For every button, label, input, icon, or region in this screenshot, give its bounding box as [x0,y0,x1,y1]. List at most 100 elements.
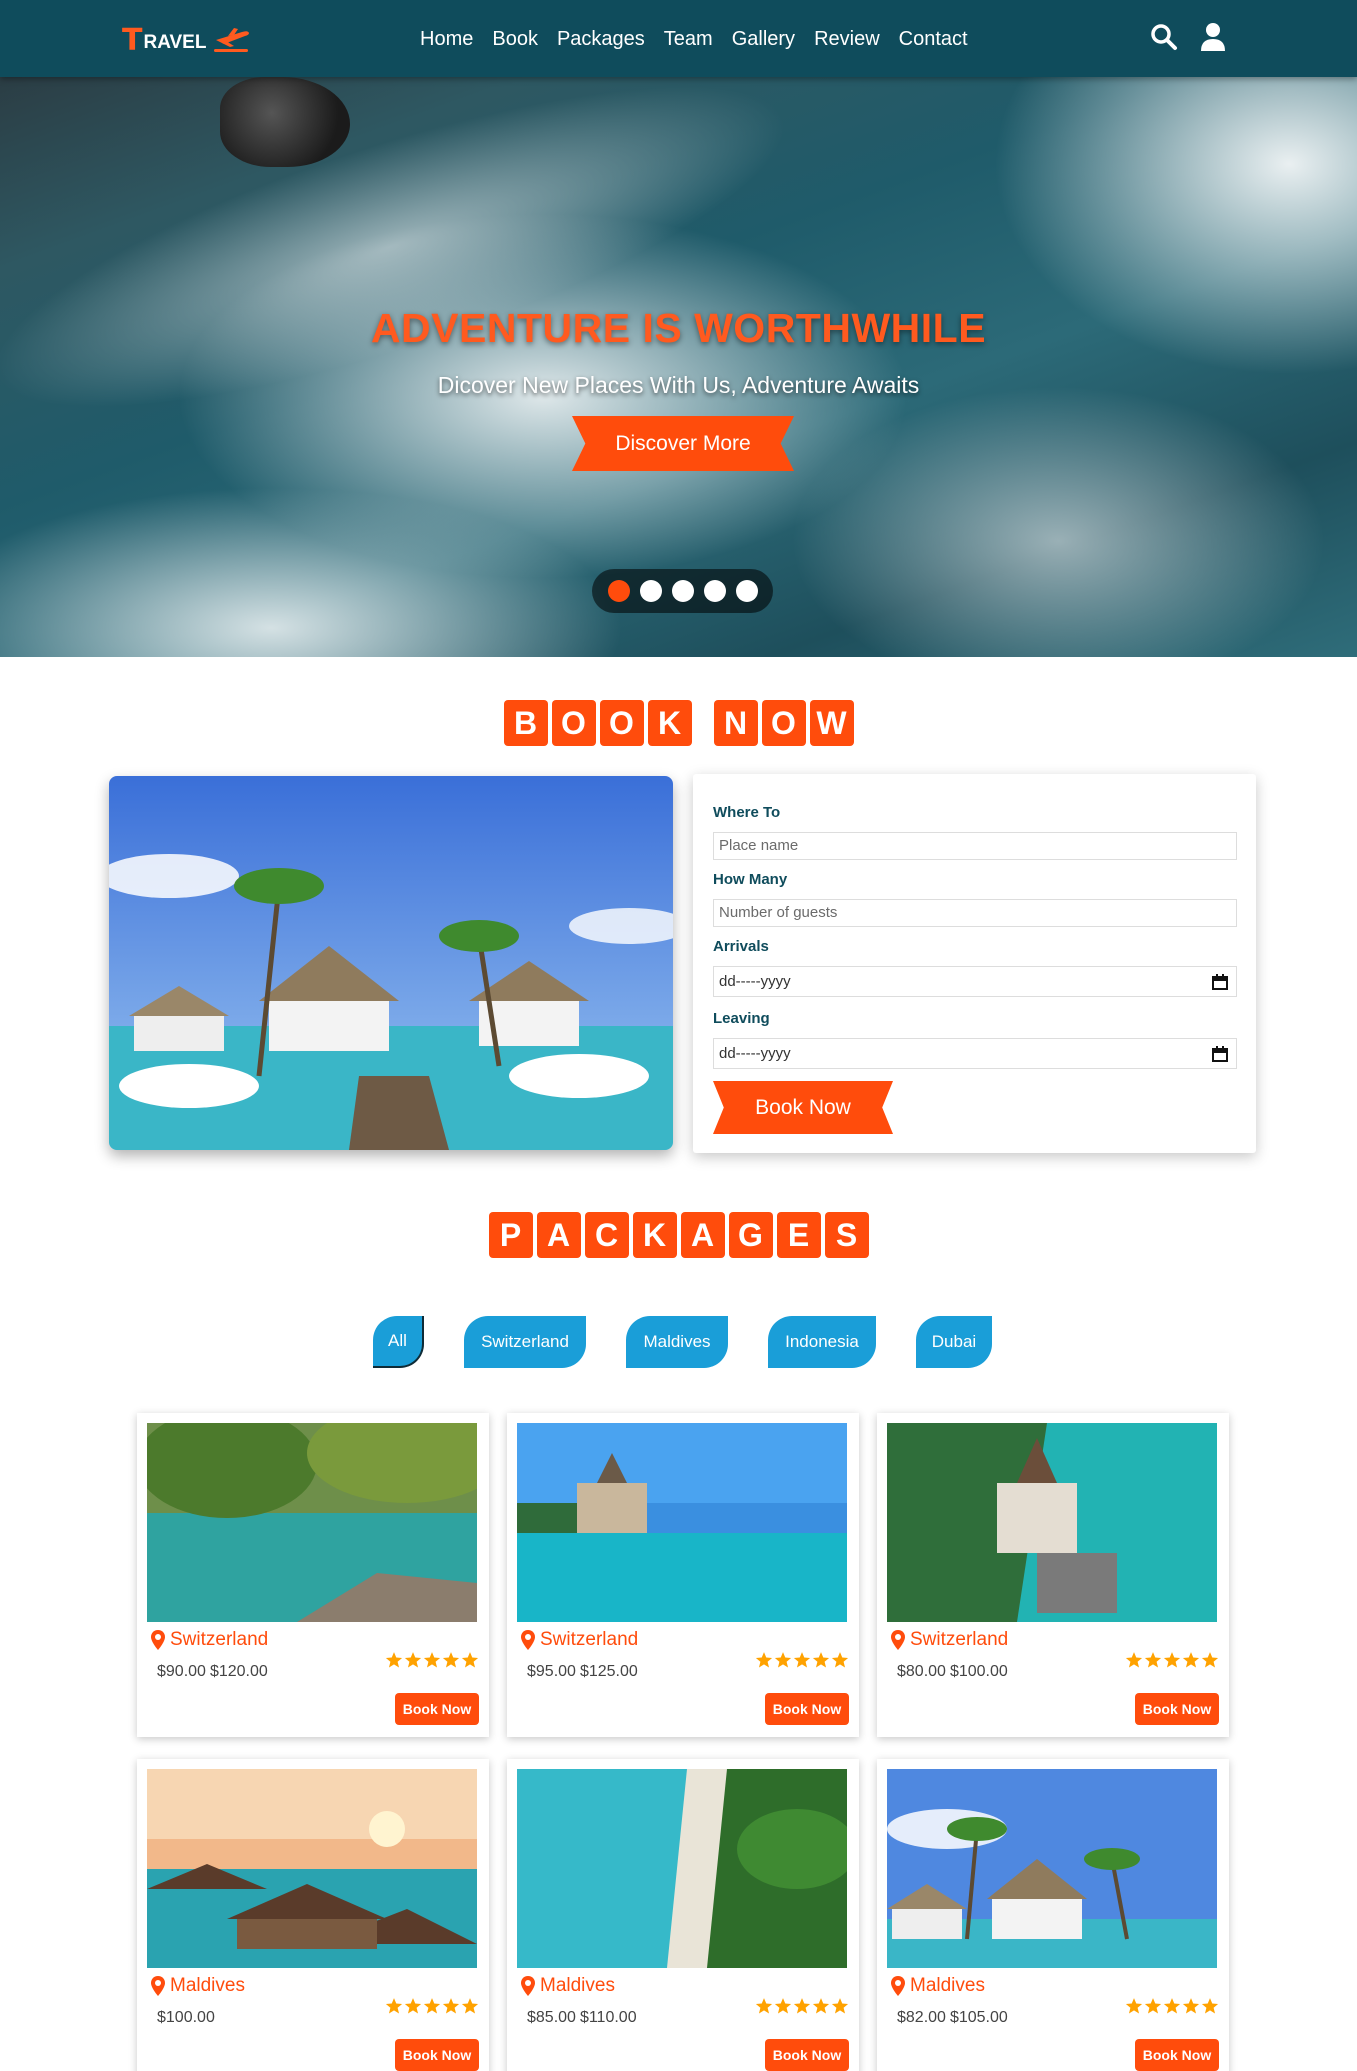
book-now-submit-button[interactable]: Book Now [713,1081,893,1134]
filter-all[interactable]: All [373,1316,424,1368]
package-book-now-button[interactable]: Book Now [765,1693,849,1725]
slider-dot[interactable] [735,580,758,602]
heading-letter-tile: O [551,700,596,746]
star-icon [1163,1997,1181,2020]
nav-packages[interactable]: Packages [557,24,645,54]
heading-letter-tile: W [809,700,854,746]
rating-stars [1125,1997,1219,2020]
slider-dot[interactable] [607,580,630,602]
package-image [147,1769,477,1968]
heading-letter-tile: G [728,1212,773,1258]
rating-stars [1125,1651,1219,1674]
user-icon[interactable] [1200,22,1226,52]
star-icon [1144,1651,1162,1674]
package-book-now-button[interactable]: Book Now [395,2039,479,2071]
price-current: $90.00 [157,1663,206,1680]
place-name-input[interactable]: Place name [713,832,1237,860]
star-icon [423,1651,441,1674]
arrivals-date-value: dd-----yyyy [719,973,791,990]
package-location: Switzerland [521,1629,638,1651]
rating-stars [755,1651,849,1674]
package-card: Maldives $85.00 $110.00 Book Now [507,1759,859,2071]
filter-switzerland[interactable]: Switzerland [464,1316,586,1368]
star-icon [442,1997,460,2020]
star-icon [461,1997,479,2020]
package-place-name: Maldives [540,1975,615,1996]
star-icon [831,1997,849,2020]
star-icon [1163,1651,1181,1674]
heading-letter-tile: K [632,1212,677,1258]
star-icon [755,1651,773,1674]
nav-contact[interactable]: Contact [899,24,968,54]
discover-more-button[interactable]: Discover More [572,416,794,471]
packages-heading: PACKAGES [0,1212,1357,1258]
nav-book[interactable]: Book [492,24,538,54]
logo-initial: T [122,23,143,58]
slider-dot[interactable] [671,580,694,602]
package-location: Maldives [521,1975,615,1997]
star-icon [1201,1997,1219,2020]
package-book-now-button[interactable]: Book Now [1135,1693,1219,1725]
package-book-now-button[interactable]: Book Now [395,1693,479,1725]
price-current: $95.00 [527,1663,576,1680]
star-icon [774,1651,792,1674]
arrivals-date-input[interactable]: dd-----yyyy [713,966,1237,997]
nav-gallery[interactable]: Gallery [732,24,795,54]
filter-indonesia[interactable]: Indonesia [768,1316,876,1368]
package-place-name: Switzerland [170,1629,269,1650]
star-icon [442,1651,460,1674]
resort-photo [109,776,673,1150]
calendar-icon[interactable] [1212,974,1228,990]
search-icon[interactable] [1150,22,1178,52]
price-original: $110.00 [579,2009,637,2026]
slider-dot[interactable] [703,580,726,602]
package-card: Maldives $100.00 Book Now [137,1759,489,2071]
star-icon [1201,1651,1219,1674]
nav-review[interactable]: Review [814,24,880,54]
star-icon [793,1651,811,1674]
navbar: T RAVEL Home Book Packages Team Gallery … [0,0,1357,77]
leaving-date-input[interactable]: dd-----yyyy [713,1038,1237,1069]
hero-slider: ADVENTURE IS WORTHWHILE Dicover New Plac… [0,77,1357,657]
leaving-label: Leaving [713,1010,770,1027]
price-current: $80.00 [897,1663,946,1680]
star-icon [1144,1997,1162,2020]
package-price: $80.00 $100.00 [897,1663,1008,1681]
nav-links: Home Book Packages Team Gallery Review C… [420,24,987,54]
package-location: Switzerland [151,1629,268,1651]
hero-title: ADVENTURE IS WORTHWHILE [370,305,987,351]
guests-input[interactable]: Number of guests [713,899,1237,927]
star-icon [831,1651,849,1674]
star-icon [1125,1997,1143,2020]
heading-letter-tile: E [776,1212,821,1258]
heading-letter-tile: K [647,700,692,746]
star-icon [793,1997,811,2020]
star-icon [404,1997,422,2020]
package-price: $85.00 $110.00 [527,2009,637,2027]
price-current: $100.00 [157,2009,215,2026]
calendar-icon[interactable] [1212,1046,1228,1062]
star-icon [385,1651,403,1674]
filter-dubai[interactable]: Dubai [916,1316,992,1368]
price-original: $120.00 [209,1663,268,1680]
hero-rock [220,77,350,167]
nav-home[interactable]: Home [420,24,473,54]
filter-maldives[interactable]: Maldives [626,1316,728,1368]
nav-team[interactable]: Team [664,24,713,54]
package-price: $95.00 $125.00 [527,1663,638,1681]
heading-letter-tile: A [680,1212,725,1258]
map-pin-icon [151,1630,165,1650]
star-icon [404,1651,422,1674]
package-image [517,1769,847,1968]
package-book-now-button[interactable]: Book Now [1135,2039,1219,2071]
price-original: $100.00 [949,1663,1008,1680]
map-pin-icon [151,1976,165,1996]
slider-dots [592,569,773,613]
package-place-name: Maldives [910,1975,985,1996]
logo[interactable]: T RAVEL [122,22,252,56]
package-price: $82.00 $105.00 [897,2009,1008,2027]
package-book-now-button[interactable]: Book Now [765,2039,849,2071]
slider-dot[interactable] [639,580,662,602]
map-pin-icon [521,1630,535,1650]
plane-icon [214,28,250,52]
